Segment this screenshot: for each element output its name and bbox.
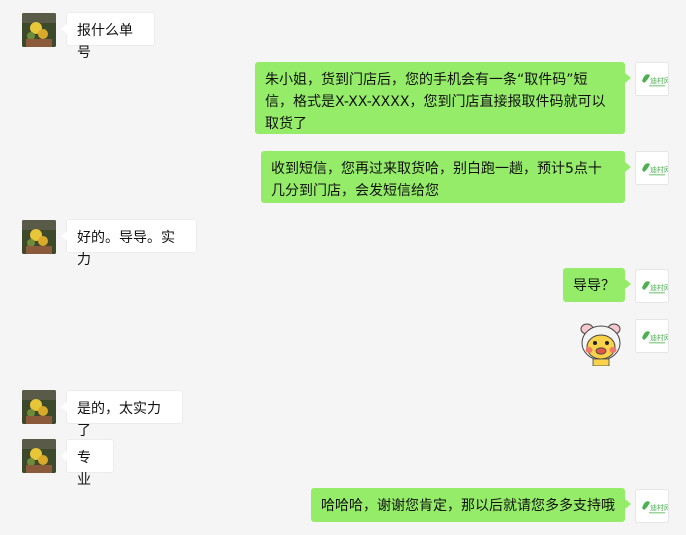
message-text: 哈哈哈，谢谢您肯定，那以后就请您多多支持哦: [321, 498, 615, 514]
self-avatar[interactable]: 迪村网: [635, 489, 669, 523]
svg-text:迪村网: 迪村网: [650, 165, 668, 174]
message-text: 朱小姐，货到门店后，您的手机会有一条“取件码”短信，格式是X-XX-XXXX，您…: [265, 72, 606, 132]
pig-sticker-icon: [580, 323, 621, 367]
pig-face-sticker[interactable]: [578, 320, 624, 367]
message-text: 导导？: [573, 278, 615, 294]
plant-photo-icon: [22, 220, 56, 254]
self-avatar[interactable]: 迪村网: [635, 151, 669, 185]
message-bubble[interactable]: 哈哈哈，谢谢您肯定，那以后就请您多多支持哦: [311, 488, 631, 522]
message-bubble[interactable]: 导导？: [563, 268, 631, 302]
contact-avatar[interactable]: [22, 390, 56, 424]
self-avatar[interactable]: 迪村网: [635, 319, 669, 353]
brand-logo-icon: 迪村网: [636, 152, 668, 184]
brand-logo-icon: 迪村网: [636, 490, 668, 522]
svg-text:迪村网: 迪村网: [650, 333, 668, 342]
brand-logo-icon: 迪村网: [636, 63, 668, 95]
svg-text:迪村网: 迪村网: [650, 76, 668, 85]
message-text: 专业: [77, 450, 91, 488]
message-bubble[interactable]: 朱小姐，货到门店后，您的手机会有一条“取件码”短信，格式是X-XX-XXXX，您…: [255, 62, 631, 134]
self-avatar[interactable]: 迪村网: [635, 62, 669, 96]
svg-text:迪村网: 迪村网: [650, 283, 668, 292]
message-bubble[interactable]: 是的，太实力了: [61, 390, 183, 439]
message-bubble[interactable]: 好的。导导。实力: [61, 219, 197, 268]
message-bubble[interactable]: 收到短信，您再过来取货哈，别白跑一趟，预计5点十几分到门店，会发短信给您: [261, 151, 631, 203]
message-text: 是的，太实力了: [77, 401, 161, 439]
brand-logo-icon: 迪村网: [636, 270, 668, 302]
message-text: 好的。导导。实力: [77, 230, 175, 268]
message-bubble[interactable]: 专业: [61, 439, 114, 488]
self-avatar[interactable]: 迪村网: [635, 269, 669, 303]
message-bubble[interactable]: 报什么单号: [61, 12, 155, 61]
message-text: 收到短信，您再过来取货哈，别白跑一趟，预计5点十几分到门店，会发短信给您: [271, 161, 602, 199]
svg-text:迪村网: 迪村网: [650, 503, 668, 512]
message-text: 报什么单号: [77, 23, 133, 61]
contact-avatar[interactable]: [22, 439, 56, 473]
plant-photo-icon: [22, 13, 56, 47]
chat-window: 报什么单号 迪村网 朱小姐，货到门店后，您的手机会有一条“取件码”短信，格式是X…: [0, 0, 686, 535]
plant-photo-icon: [22, 439, 56, 473]
plant-photo-icon: [22, 390, 56, 424]
contact-avatar[interactable]: [22, 13, 56, 47]
contact-avatar[interactable]: [22, 220, 56, 254]
brand-logo-icon: 迪村网: [636, 320, 668, 352]
